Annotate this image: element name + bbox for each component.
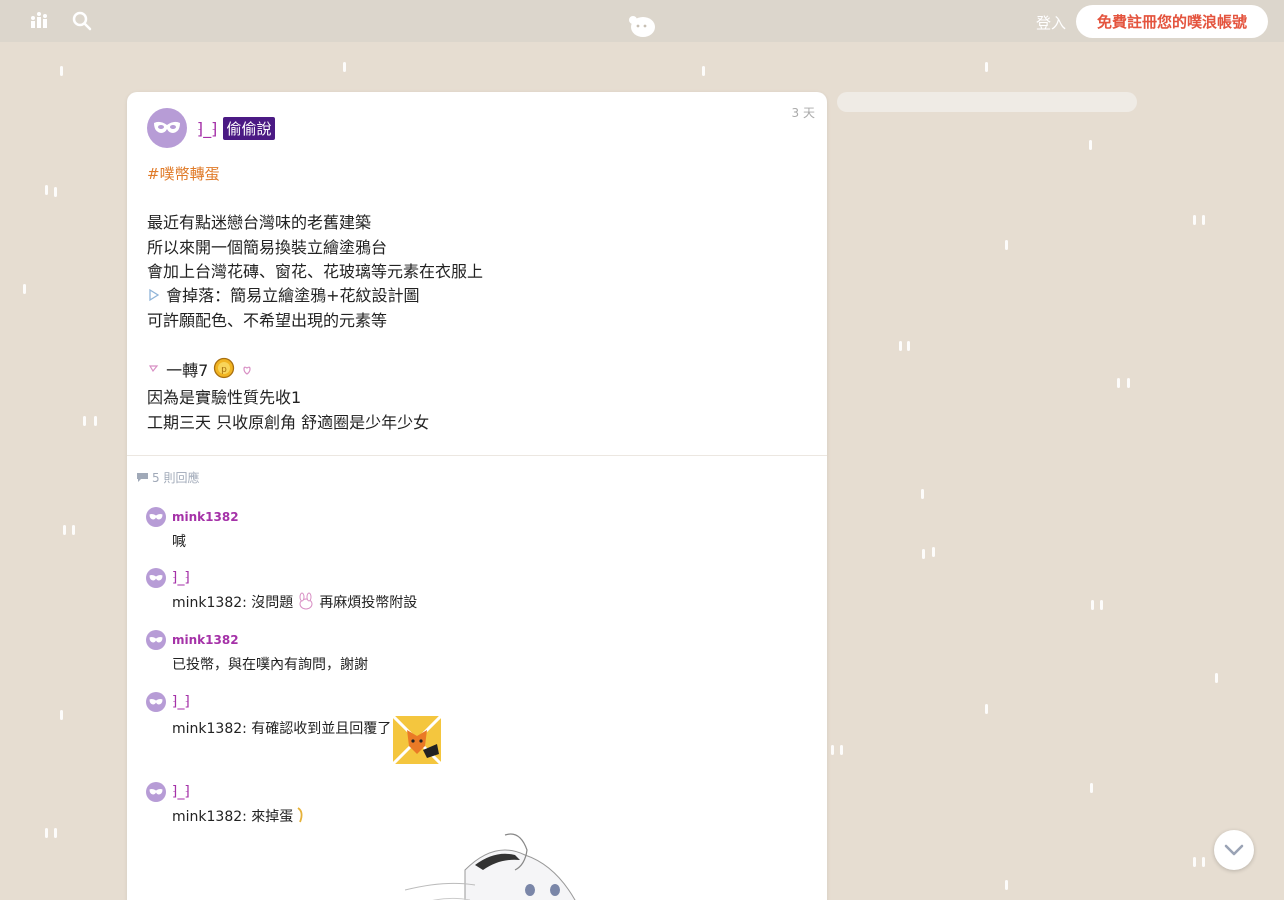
post-line-price: 一轉7 p	[147, 357, 807, 386]
reply-text: mink1382: 有確認收到並且回覆了	[172, 714, 443, 768]
post-content: #噗幣轉蛋 最近有點迷戀台灣味的老舊建築 所以來開一個簡易換裝立繪塗鴉台 會加上…	[147, 162, 807, 435]
plurk-card: ⁆_⁆ 偷偷說 3 天 #噗幣轉蛋 最近有點迷戀台灣味的老舊建築 所以來開一個簡…	[127, 92, 827, 900]
reply-author[interactable]: ⁆_⁆	[172, 784, 190, 800]
post-header: ⁆_⁆ 偷偷說	[147, 108, 275, 148]
avatar[interactable]	[147, 108, 187, 148]
pink-sparkle-icon	[147, 360, 161, 384]
rabbit-emoji-icon	[296, 592, 316, 616]
plurk-logo-icon[interactable]	[627, 12, 657, 38]
anonymous-badge: 偷偷說	[223, 116, 275, 140]
mask-icon	[149, 698, 163, 705]
avatar[interactable]	[146, 507, 166, 527]
avatar[interactable]	[146, 692, 166, 712]
divider	[127, 455, 827, 456]
hashtag-link[interactable]: #噗幣轉蛋	[147, 162, 807, 186]
avatar[interactable]	[146, 630, 166, 650]
reply-author[interactable]: ⁆_⁆	[172, 694, 190, 710]
post-line: 最近有點迷戀台灣味的老舊建築	[147, 213, 372, 233]
top-bar: 登入 免費註冊您的噗浪帳號	[0, 0, 1284, 42]
post-line: 工期三天 只收原創角 舒適圈是少年少女	[147, 412, 430, 432]
chevron-down-icon	[1224, 844, 1244, 856]
search-icon[interactable]	[72, 11, 94, 31]
reply-item: mink1382 已投幣，與在噗內有詢問，謝謝	[146, 630, 368, 674]
login-link[interactable]: 登入	[1036, 12, 1066, 33]
mask-icon	[149, 636, 163, 643]
post-line-drop: 會掉落：簡易立繪塗鴉+花紋設計圖	[147, 284, 807, 309]
post-author[interactable]: ⁆_⁆	[197, 119, 217, 138]
sidebar-placeholder	[837, 92, 1137, 112]
post-time: 3 天	[791, 106, 815, 120]
reply-item: ⁆_⁆ mink1382: 沒問題 再麻煩投幣附設	[146, 568, 417, 616]
post-line: 因為是實驗性質先收1	[147, 388, 302, 408]
post-line: 可許願配色、不希望出現的元素等	[147, 310, 388, 330]
reply-text: 喊	[172, 534, 186, 550]
reply-item: mink1382 喊	[146, 507, 239, 551]
reply-text: mink1382: 沒問題 再麻煩投幣附設	[172, 592, 417, 616]
post-line: 所以來開一個簡易換裝立繪塗鴉台	[147, 237, 388, 257]
pink-heart-icon	[240, 360, 254, 384]
reply-item: ⁆_⁆ mink1382: 來掉蛋	[146, 782, 307, 828]
triangle-emoji-icon	[147, 285, 161, 309]
reply-author[interactable]: mink1382	[172, 633, 239, 647]
reply-text: 已投幣，與在噗內有詢問，謝謝	[172, 657, 368, 673]
character-illustration	[404, 830, 585, 900]
reply-author[interactable]: ⁆_⁆	[172, 570, 190, 586]
mask-icon	[149, 788, 163, 795]
reply-item: ⁆_⁆ mink1382: 有確認收到並且回覆了	[146, 692, 443, 768]
scroll-down-button[interactable]	[1214, 830, 1254, 870]
reply-author[interactable]: mink1382	[172, 510, 239, 524]
chart-icon[interactable]	[30, 11, 52, 31]
avatar[interactable]	[146, 782, 166, 802]
fox-sticker-icon	[392, 714, 443, 768]
signup-button[interactable]: 免費註冊您的噗浪帳號	[1076, 5, 1268, 38]
reply-count[interactable]: 5 則回應	[136, 469, 199, 486]
coin-icon: p	[213, 357, 235, 386]
mask-icon	[154, 121, 180, 133]
sparkle-emoji-icon	[295, 806, 307, 828]
reply-text: mink1382: 來掉蛋	[172, 806, 307, 828]
post-line: 會加上台灣花磚、窗花、花玻璃等元素在衣服上	[147, 261, 484, 281]
comment-icon	[137, 473, 148, 482]
mask-icon	[149, 574, 163, 581]
mask-icon	[149, 513, 163, 520]
avatar[interactable]	[146, 568, 166, 588]
svg-text:p: p	[222, 365, 228, 375]
